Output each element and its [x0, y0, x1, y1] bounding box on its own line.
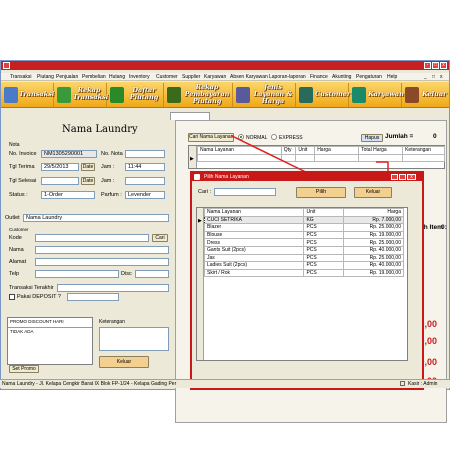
dialog-title: Pilih Nama Layanan [192, 173, 422, 181]
table-row[interactable]: Blouse PCS Rp. 19.000,00 [203, 230, 404, 240]
table-row[interactable]: Ladies Suit (2pcs) PCS Rp. 40.000,00 [203, 261, 404, 270]
pilih-button[interactable]: Pilih [296, 187, 346, 198]
dialog-keluar-button[interactable]: Keluar [354, 187, 392, 198]
status-bar: Nama Laundry - Jl. Kelapa Cengkir Barat … [0, 379, 450, 388]
table-row[interactable]: Skirt / Rok PCS Rp. 19.000,00 [203, 268, 404, 278]
table-row[interactable]: Dress PCS Rp. 25.000,00 [203, 238, 404, 247]
table-row[interactable]: Gants Suit (2pcs) PCS Rp. 40.000,00 [203, 245, 404, 255]
table-row[interactable]: Jas PCS Rp. 25.000,00 [203, 253, 404, 263]
table-row[interactable]: CUCI SETRIKA KG Rp. 7.000,00 [203, 215, 404, 225]
selected-row-marker-icon: ▶ [198, 218, 202, 224]
col-nama-layanan: Nama Layanan [203, 208, 305, 217]
layanan-grid[interactable]: ▶ Nama Layanan Unit Harga CUCI SETRIKA KG… [196, 207, 408, 361]
status-kasir: Kasir : Admin [408, 381, 438, 387]
dialog-cari-label: Cari : [198, 189, 212, 195]
pilih-layanan-dialog: Pilih Nama Layanan x Cari : Pilih Keluar… [190, 171, 424, 390]
layanan-table: Nama Layanan Unit Harga CUCI SETRIKA KG Rp… [203, 208, 404, 278]
dialog-minimize-icon[interactable] [391, 174, 398, 180]
dialog-app-icon [194, 174, 200, 180]
col-unit: Unit [303, 208, 345, 217]
dialog-maximize-icon[interactable] [399, 174, 406, 180]
status-address: Nama Laundry - Jl. Kelapa Cengkir Barat … [2, 381, 177, 387]
dialog-cari-field[interactable] [214, 188, 276, 196]
col-harga: Harga [343, 208, 404, 217]
status-checkbox [400, 381, 405, 386]
dialog-close-icon[interactable]: x [407, 174, 416, 180]
table-row[interactable]: Blazer PCS Rp. 25.000,00 [203, 223, 404, 232]
